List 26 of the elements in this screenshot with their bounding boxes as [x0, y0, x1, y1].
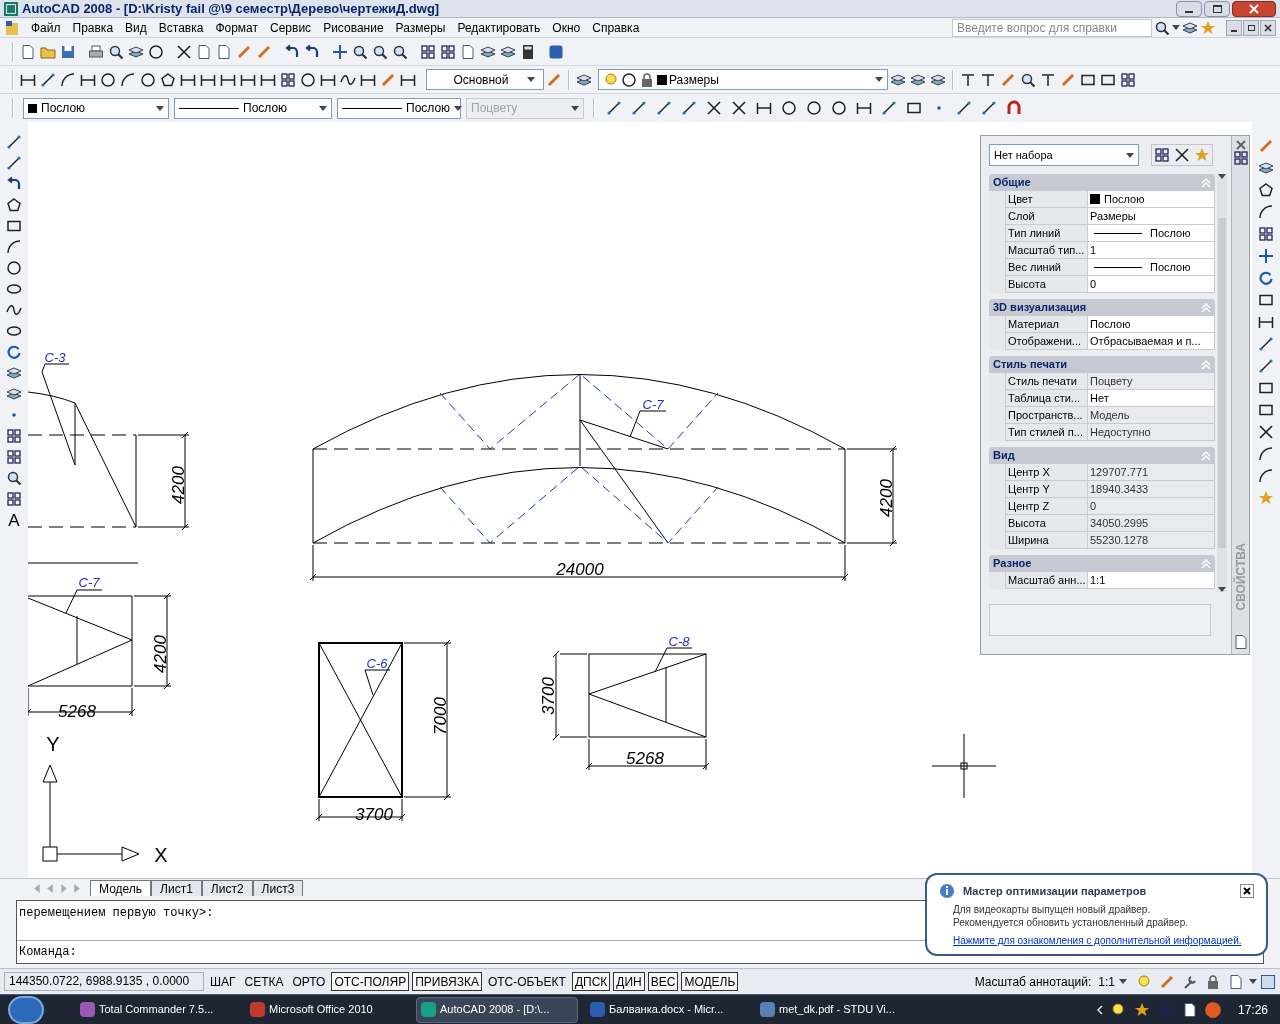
- mark-label: C-3: [44, 350, 66, 365]
- coordinates-readout: 144350.0722, 6988.9135 , 0.0000: [4, 972, 204, 991]
- dimension-text: 5268: [58, 702, 96, 721]
- notification-text: Рекомендуется обновить установленный драйвер.: [953, 915, 1189, 929]
- dimension-text: 7000: [431, 697, 451, 735]
- dimension-text: 3700: [355, 805, 393, 824]
- dimension-text: 5268: [626, 749, 664, 768]
- axis-label: Y: [46, 733, 60, 755]
- palette-title: СВОЙСТВА: [1232, 542, 1249, 610]
- axis-label: X: [154, 844, 168, 866]
- dimension-text: 4200: [169, 466, 189, 504]
- notification-text: Для видеокарты выпущен новый драйвер.: [953, 902, 1152, 916]
- mark-label: C-7: [78, 575, 100, 590]
- command-prompt: Команда:: [18, 944, 77, 961]
- notification-title: Мастер оптимизации параметров: [963, 884, 1148, 899]
- dimension-text: 4200: [877, 479, 897, 517]
- dimension-text: 4200: [151, 635, 171, 673]
- annotation-scale-label: Масштаб аннотаций:: [974, 973, 1092, 991]
- command-history: перемещением первую точку>:: [18, 905, 214, 922]
- dimension-text: 24000: [556, 560, 604, 579]
- mark-label: C-6: [366, 656, 388, 671]
- dimension-text: 3700: [539, 677, 559, 715]
- mark-label: C-8: [668, 634, 690, 649]
- window-title: AutoCAD 2008 - [D:\Kristy fail @\9 семестр\Дерево\чертежиД.dwg]: [22, 0, 440, 18]
- mark-label: C-7: [642, 397, 664, 412]
- clock: 17:26: [1237, 1001, 1268, 1019]
